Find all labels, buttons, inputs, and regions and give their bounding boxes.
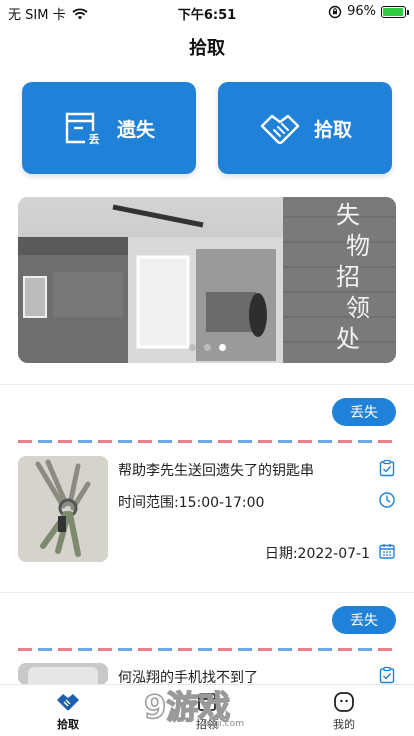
found-button[interactable]: 拾取 — [218, 82, 392, 174]
face-icon — [334, 692, 354, 712]
lost-button[interactable]: 丢 遗失 — [22, 82, 196, 174]
post-tag-button[interactable]: 丢失 — [332, 398, 396, 426]
banner-sign-char: 物 — [346, 232, 370, 260]
section-divider — [0, 384, 414, 385]
battery-fill — [383, 7, 404, 16]
status-bar: 无 SIM 卡 下午6:51 96% — [0, 0, 414, 24]
carousel-dot[interactable] — [218, 344, 226, 351]
banner-image: 失物招领处 — [18, 197, 396, 363]
airmail-divider — [18, 648, 396, 651]
keys-photo — [18, 456, 108, 562]
tab-mine[interactable]: 我的 — [304, 691, 384, 732]
post-image-keys[interactable] — [18, 456, 108, 562]
clock-icon — [379, 492, 395, 508]
lost-button-label: 遗失 — [116, 118, 155, 141]
page-title: 拾取 — [189, 38, 225, 59]
lost-icon-char: 丢 — [88, 132, 99, 146]
rotation-lock-icon — [328, 5, 342, 18]
tab-label: 拾取 — [57, 718, 79, 731]
watermark-logo: 9游戏 danji.com — [143, 687, 244, 728]
post-time-range: 时间范围:15:00-17:00 — [118, 495, 265, 511]
banner-sign-char: 失 — [336, 201, 360, 229]
battery-icon — [381, 5, 409, 18]
tab-label: 我的 — [333, 718, 355, 731]
post-tag-button[interactable]: 丢失 — [332, 606, 396, 634]
handshake-icon — [57, 694, 79, 711]
lost-box-icon: 丢 — [65, 112, 103, 146]
banner-carousel[interactable]: 失物招领处 — [18, 197, 396, 363]
clipboard-check-icon — [379, 459, 395, 477]
watermark-sub: danji.com — [200, 719, 244, 728]
phone-photo — [18, 663, 108, 685]
tab-pickup[interactable]: 拾取 — [28, 691, 108, 732]
section-divider — [0, 592, 414, 593]
banner-sign-char: 领 — [346, 294, 370, 322]
post-date: 日期:2022-07-1 — [264, 546, 370, 562]
airmail-divider — [18, 440, 396, 443]
post-title[interactable]: 帮助李先生送回遗失了的钥匙串 — [118, 460, 314, 480]
status-right: 96% — [328, 4, 409, 19]
battery-percent: 96% — [347, 4, 376, 19]
carousel-dots — [18, 344, 396, 351]
carousel-dot[interactable] — [188, 344, 196, 351]
carousel-dot[interactable] — [203, 344, 211, 351]
banner-sign-char: 招 — [336, 263, 360, 291]
clipboard-check-icon — [379, 666, 395, 684]
calendar-icon — [379, 544, 395, 559]
post-image-phone[interactable] — [18, 663, 108, 685]
handshake-icon — [260, 114, 300, 145]
found-button-label: 拾取 — [313, 118, 352, 141]
